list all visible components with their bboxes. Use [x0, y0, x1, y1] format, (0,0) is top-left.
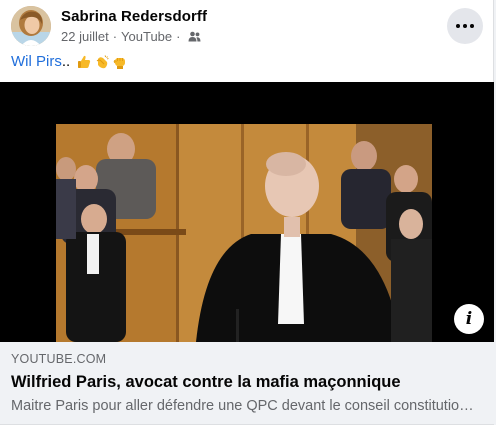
meta-separator: · — [176, 29, 181, 44]
author-avatar[interactable] — [11, 6, 51, 46]
message-suffix: .. — [61, 53, 71, 70]
link-preview[interactable]: YOUTUBE.COM Wilfried Paris, avocat contr… — [0, 342, 494, 425]
friends-icon[interactable] — [188, 31, 201, 42]
preview-description: Maitre Paris pour aller défendre une QPC… — [11, 398, 481, 414]
preview-domain: YOUTUBE.COM — [11, 352, 107, 366]
preview-title[interactable]: Wilfried Paris, avocat contre la mafia m… — [11, 373, 401, 392]
meta-separator: · — [112, 29, 118, 44]
more-options-icon — [456, 24, 460, 28]
author-name[interactable]: Sabrina Redersdorff — [61, 8, 207, 25]
post-header: Sabrina Redersdorff 22 juillet · YouTube… — [11, 6, 483, 50]
clapping-hands-emoji — [96, 54, 109, 68]
video-thumbnail[interactable] — [56, 124, 432, 342]
post-date[interactable]: 22 juillet — [61, 29, 109, 44]
facebook-post: Sabrina Redersdorff 22 juillet · YouTube… — [0, 0, 494, 425]
courtroom-thumbnail — [56, 124, 432, 342]
video-player[interactable]: i — [0, 82, 494, 342]
post-message: Wil Pirs .. — [11, 53, 128, 70]
avatar-photo — [11, 6, 51, 46]
more-options-button[interactable] — [447, 8, 483, 44]
info-button[interactable]: i — [454, 304, 484, 334]
raised-fist-emoji — [113, 57, 126, 69]
post-source: YouTube — [121, 29, 173, 44]
thumbs-up-emoji — [78, 55, 91, 68]
mentioned-link[interactable]: Wil Pirs — [11, 53, 62, 70]
post-meta: 22 juillet · YouTube · — [61, 29, 201, 44]
